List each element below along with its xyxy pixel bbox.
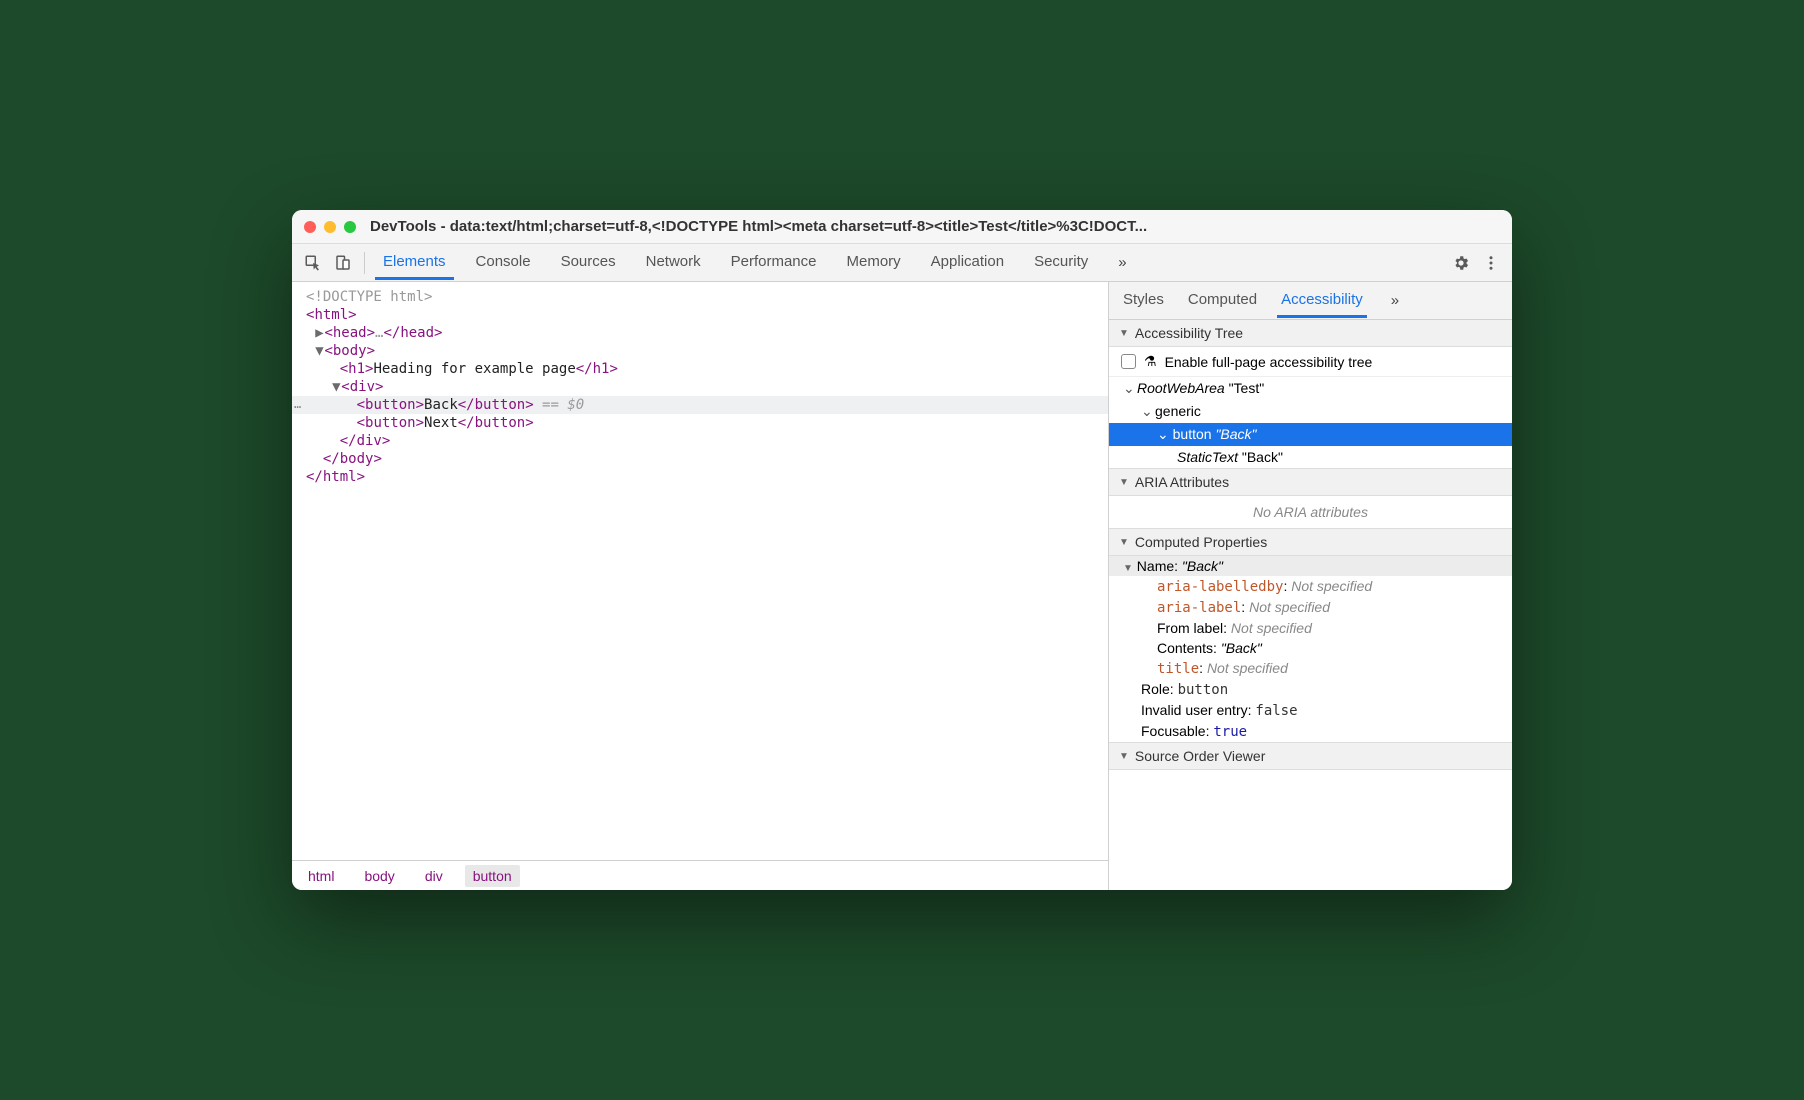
traffic-lights bbox=[304, 221, 356, 233]
main-toolbar: Elements Console Sources Network Perform… bbox=[292, 244, 1512, 282]
tree-button-selected[interactable]: ⌄ button "Back" bbox=[1109, 423, 1512, 446]
tab-security[interactable]: Security bbox=[1026, 246, 1096, 280]
devtools-window: DevTools - data:text/html;charset=utf-8,… bbox=[292, 210, 1512, 890]
tab-network[interactable]: Network bbox=[638, 246, 709, 280]
window-title: DevTools - data:text/html;charset=utf-8,… bbox=[370, 218, 1147, 235]
side-tabs: Styles Computed Accessibility » bbox=[1109, 282, 1512, 320]
inspect-element-icon[interactable] bbox=[298, 248, 328, 278]
tab-application[interactable]: Application bbox=[923, 246, 1012, 280]
dom-button-next[interactable]: <button>Next</button> bbox=[292, 414, 1108, 432]
section-accessibility-tree[interactable]: ▼ Accessibility Tree bbox=[1109, 320, 1512, 347]
chevron-down-icon: ▼ bbox=[1119, 751, 1129, 762]
chevron-down-icon: ▼ bbox=[1119, 537, 1129, 548]
breadcrumb-div[interactable]: div bbox=[417, 865, 451, 887]
tree-rootwebarea[interactable]: ⌄RootWebArea "Test" bbox=[1109, 377, 1512, 400]
enable-fullpage-row: ⚗ Enable full-page accessibility tree bbox=[1109, 347, 1512, 377]
minimize-window-button[interactable] bbox=[324, 221, 336, 233]
prop-from-label: From label: Not specified bbox=[1109, 618, 1512, 638]
titlebar: DevTools - data:text/html;charset=utf-8,… bbox=[292, 210, 1512, 244]
accessibility-panel: ▼ Accessibility Tree ⚗ Enable full-page … bbox=[1109, 320, 1512, 890]
dom-html-open[interactable]: <html> bbox=[292, 306, 1108, 324]
dom-h1[interactable]: <h1>Heading for example page</h1> bbox=[292, 360, 1108, 378]
dom-doctype[interactable]: <!DOCTYPE html> bbox=[306, 289, 432, 305]
elements-panel: <!DOCTYPE html> <html> ▶<head>…</head> ▼… bbox=[292, 282, 1108, 890]
prop-aria-labelledby: aria-labelledby: Not specified bbox=[1109, 576, 1512, 597]
side-tab-accessibility[interactable]: Accessibility bbox=[1277, 284, 1367, 318]
prop-aria-label: aria-label: Not specified bbox=[1109, 597, 1512, 618]
side-tab-styles[interactable]: Styles bbox=[1119, 284, 1168, 318]
more-tabs-icon[interactable]: » bbox=[1110, 254, 1134, 271]
tab-memory[interactable]: Memory bbox=[839, 246, 909, 280]
chevron-down-icon: ▼ bbox=[1123, 563, 1133, 574]
dom-html-close[interactable]: </html> bbox=[292, 468, 1108, 486]
tab-sources[interactable]: Sources bbox=[553, 246, 624, 280]
tab-console[interactable]: Console bbox=[468, 246, 539, 280]
dom-div-close[interactable]: </div> bbox=[292, 432, 1108, 450]
kebab-menu-icon[interactable] bbox=[1476, 248, 1506, 278]
dom-body-close[interactable]: </body> bbox=[292, 450, 1108, 468]
section-aria-attributes[interactable]: ▼ ARIA Attributes bbox=[1109, 468, 1512, 496]
section-source-order-viewer[interactable]: ▼ Source Order Viewer bbox=[1109, 742, 1512, 770]
more-side-tabs-icon[interactable]: » bbox=[1383, 292, 1407, 309]
side-tab-computed[interactable]: Computed bbox=[1184, 284, 1261, 318]
tab-elements[interactable]: Elements bbox=[375, 246, 454, 280]
prop-contents: Contents: "Back" bbox=[1109, 638, 1512, 658]
prop-role: Role: button bbox=[1109, 679, 1512, 700]
breadcrumb-html[interactable]: html bbox=[300, 865, 342, 887]
main-tabs: Elements Console Sources Network Perform… bbox=[375, 246, 1135, 280]
dom-div-open[interactable]: ▼<div> bbox=[292, 378, 1108, 396]
breadcrumb-button[interactable]: button bbox=[465, 865, 520, 887]
prop-invalid-entry: Invalid user entry: false bbox=[1109, 700, 1512, 721]
section-title: Computed Properties bbox=[1135, 534, 1267, 550]
section-title: Accessibility Tree bbox=[1135, 325, 1243, 341]
maximize-window-button[interactable] bbox=[344, 221, 356, 233]
settings-gear-icon[interactable] bbox=[1446, 248, 1476, 278]
breadcrumb-body[interactable]: body bbox=[356, 865, 402, 887]
no-aria-message: No ARIA attributes bbox=[1109, 496, 1512, 528]
breadcrumb: html body div button bbox=[292, 860, 1108, 890]
prop-focusable: Focusable: true bbox=[1109, 721, 1512, 742]
tree-generic[interactable]: ⌄generic bbox=[1109, 400, 1512, 423]
dom-button-back[interactable]: <button>Back</button> == $0 bbox=[292, 396, 1108, 414]
prop-title: title: Not specified bbox=[1109, 658, 1512, 679]
dom-head[interactable]: ▶<head>…</head> bbox=[292, 324, 1108, 342]
section-title: Source Order Viewer bbox=[1135, 748, 1265, 764]
close-window-button[interactable] bbox=[304, 221, 316, 233]
dom-body-open[interactable]: ▼<body> bbox=[292, 342, 1108, 360]
chevron-down-icon: ▼ bbox=[1119, 477, 1129, 488]
enable-fullpage-label: Enable full-page accessibility tree bbox=[1165, 354, 1373, 370]
section-title: ARIA Attributes bbox=[1135, 474, 1229, 490]
section-computed-properties[interactable]: ▼ Computed Properties bbox=[1109, 528, 1512, 556]
dom-tree[interactable]: <!DOCTYPE html> <html> ▶<head>…</head> ▼… bbox=[292, 282, 1108, 860]
enable-fullpage-checkbox[interactable] bbox=[1121, 354, 1136, 369]
tab-performance[interactable]: Performance bbox=[723, 246, 825, 280]
chevron-down-icon: ▼ bbox=[1119, 328, 1129, 339]
device-toolbar-icon[interactable] bbox=[328, 248, 358, 278]
side-panel: Styles Computed Accessibility » ▼ Access… bbox=[1108, 282, 1512, 890]
tree-statictext[interactable]: StaticText "Back" bbox=[1109, 446, 1512, 468]
toolbar-separator bbox=[364, 252, 365, 274]
prop-name-row[interactable]: ▼ Name: "Back" bbox=[1109, 556, 1512, 576]
content-area: <!DOCTYPE html> <html> ▶<head>…</head> ▼… bbox=[292, 282, 1512, 890]
flask-icon: ⚗ bbox=[1144, 353, 1157, 370]
